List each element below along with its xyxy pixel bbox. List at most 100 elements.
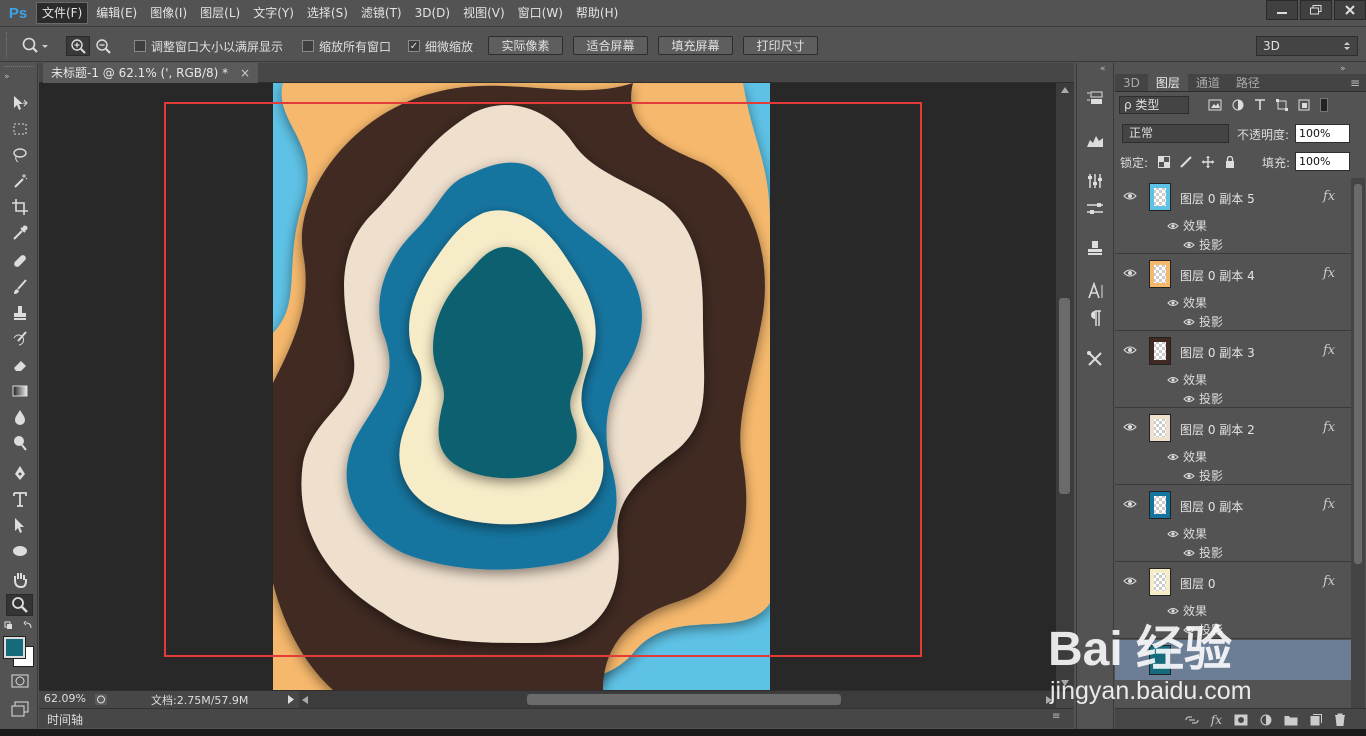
filter-pixel-icon[interactable] bbox=[1208, 99, 1222, 111]
layer-effects[interactable]: 效果 bbox=[1167, 525, 1207, 542]
blur-tool[interactable] bbox=[6, 406, 33, 428]
layer-row[interactable]: 图层 0 副本 3 fx 效果 投影 bbox=[1115, 332, 1351, 408]
fill-input[interactable]: 100% bbox=[1295, 152, 1350, 171]
filter-type-icon[interactable] bbox=[1254, 99, 1266, 111]
minimize-icon[interactable] bbox=[1266, 0, 1298, 20]
color-swap-controls[interactable] bbox=[4, 620, 34, 630]
new-group-icon[interactable] bbox=[1284, 714, 1298, 726]
filter-smart-object-icon[interactable] bbox=[1298, 99, 1310, 111]
actual-pixels-button[interactable]: 实际像素 bbox=[488, 36, 563, 55]
toolbox-collapse-icon[interactable]: » bbox=[4, 72, 10, 82]
filter-toggle-switch[interactable] bbox=[1320, 98, 1328, 112]
menu-window[interactable]: 窗口(W) bbox=[513, 2, 568, 24]
magic-wand-tool[interactable] bbox=[6, 170, 33, 192]
scrubby-zoom-option[interactable]: ✓ 细微缩放 bbox=[408, 34, 473, 58]
visibility-eye-icon[interactable] bbox=[1123, 574, 1137, 588]
dock-collapse-icon[interactable]: « bbox=[1100, 64, 1106, 74]
menu-type[interactable]: 文字(Y) bbox=[248, 2, 299, 24]
drop-shadow-effect[interactable]: 投影 bbox=[1183, 236, 1223, 253]
panel-menu-icon[interactable]: ≡ bbox=[1350, 74, 1366, 91]
history-brush-tool[interactable] bbox=[6, 328, 33, 350]
visibility-eye-icon[interactable] bbox=[1167, 298, 1179, 308]
filter-shape-icon[interactable] bbox=[1276, 99, 1288, 111]
layer-row[interactable]: 图层 0 副本 fx 效果 投影 bbox=[1115, 486, 1351, 562]
fx-icon[interactable]: fx bbox=[1323, 266, 1335, 281]
drop-shadow-effect[interactable]: 投影 bbox=[1183, 467, 1223, 484]
visibility-eye-icon[interactable] bbox=[1183, 394, 1195, 404]
visibility-eye-icon[interactable] bbox=[1123, 189, 1137, 203]
zoom-out-button[interactable] bbox=[92, 36, 114, 56]
lock-all-icon[interactable] bbox=[1224, 156, 1236, 168]
fx-icon[interactable]: fx bbox=[1323, 420, 1335, 435]
properties-panel-button[interactable] bbox=[1080, 197, 1110, 221]
menu-edit[interactable]: 编辑(E) bbox=[91, 2, 142, 24]
drop-shadow-effect[interactable]: 投影 bbox=[1183, 313, 1223, 330]
menu-file[interactable]: 文件(F) bbox=[36, 2, 89, 24]
tool-presets-panel-button[interactable] bbox=[1080, 347, 1110, 371]
zoom-tool[interactable] bbox=[6, 594, 33, 616]
layer-filter-select[interactable]: ρ 类型 bbox=[1119, 96, 1189, 114]
hand-tool[interactable] bbox=[6, 568, 33, 590]
lock-position-icon[interactable] bbox=[1202, 156, 1214, 168]
tab-layers[interactable]: 图层 bbox=[1147, 74, 1188, 91]
status-menu-icon[interactable] bbox=[94, 693, 108, 706]
foreground-color-swatch[interactable] bbox=[3, 636, 26, 659]
add-style-icon[interactable]: fx bbox=[1211, 713, 1222, 727]
menu-3d[interactable]: 3D(D) bbox=[410, 2, 455, 24]
vertical-scroll-thumb[interactable] bbox=[1059, 298, 1070, 494]
layer-row[interactable]: 图层 0 副本 2 fx 效果 投影 bbox=[1115, 409, 1351, 485]
scroll-left-icon[interactable] bbox=[302, 696, 308, 704]
fx-icon[interactable]: fx bbox=[1323, 343, 1335, 358]
layer-comps-panel-button[interactable] bbox=[1080, 236, 1110, 260]
menu-filter[interactable]: 滤镜(T) bbox=[356, 2, 407, 24]
timeline-label[interactable]: 时间轴 bbox=[47, 711, 83, 728]
visibility-eye-icon[interactable] bbox=[1167, 221, 1179, 231]
tab-channels[interactable]: 通道 bbox=[1188, 74, 1228, 91]
visibility-eye-icon[interactable] bbox=[1123, 420, 1137, 434]
resize-windows-option[interactable]: 调整窗口大小以满屏显示 bbox=[134, 34, 283, 58]
drop-shadow-effect[interactable]: 投影 bbox=[1183, 544, 1223, 561]
layer-effects[interactable]: 效果 bbox=[1167, 371, 1207, 388]
delete-layer-icon[interactable] bbox=[1334, 713, 1346, 726]
visibility-eye-icon[interactable] bbox=[1183, 471, 1195, 481]
drop-shadow-effect[interactable]: 投影 bbox=[1183, 390, 1223, 407]
visibility-eye-icon[interactable] bbox=[1183, 548, 1195, 558]
visibility-eye-icon[interactable] bbox=[1183, 240, 1195, 250]
document-tab[interactable]: 未标题-1 @ 62.1% (', RGB/8) * × bbox=[43, 63, 259, 83]
zoom-all-windows-checkbox[interactable] bbox=[302, 40, 314, 52]
history-panel-button[interactable] bbox=[1080, 87, 1110, 111]
dodge-tool[interactable] bbox=[6, 432, 33, 454]
visibility-eye-icon[interactable] bbox=[1123, 266, 1137, 280]
histogram-panel-button[interactable] bbox=[1080, 128, 1110, 152]
zoom-level[interactable]: 62.09% bbox=[44, 692, 86, 705]
character-panel-button[interactable] bbox=[1080, 279, 1110, 303]
lasso-tool[interactable] bbox=[6, 144, 33, 166]
quick-mask-button[interactable] bbox=[6, 670, 33, 692]
visibility-eye-icon[interactable] bbox=[1183, 317, 1195, 327]
marquee-tool[interactable] bbox=[6, 118, 33, 140]
fit-screen-button[interactable]: 适合屏幕 bbox=[573, 36, 648, 55]
link-layers-icon[interactable] bbox=[1185, 715, 1199, 725]
opacity-input[interactable]: 100% bbox=[1295, 124, 1350, 143]
resize-windows-checkbox[interactable] bbox=[134, 40, 146, 52]
paragraph-panel-button[interactable] bbox=[1080, 306, 1110, 330]
brush-tool[interactable] bbox=[6, 276, 33, 298]
lock-pixels-icon[interactable] bbox=[1180, 156, 1192, 168]
new-adjustment-icon[interactable] bbox=[1260, 714, 1272, 726]
layers-scrollbar[interactable] bbox=[1351, 178, 1365, 708]
gradient-tool[interactable] bbox=[6, 380, 33, 402]
clone-stamp-tool[interactable] bbox=[6, 302, 33, 324]
workspace-select[interactable]: 3D bbox=[1256, 36, 1358, 56]
layer-effects[interactable]: 效果 bbox=[1167, 294, 1207, 311]
menu-view[interactable]: 视图(V) bbox=[458, 2, 510, 24]
timeline-menu-icon[interactable]: ≡ bbox=[1052, 711, 1060, 722]
path-selection-tool[interactable] bbox=[6, 514, 33, 536]
type-tool[interactable] bbox=[6, 488, 33, 510]
restore-icon[interactable] bbox=[1300, 0, 1332, 20]
panel-collapse-icon[interactable]: » bbox=[1340, 64, 1346, 74]
layers-scroll-thumb[interactable] bbox=[1354, 184, 1362, 564]
menu-help[interactable]: 帮助(H) bbox=[571, 2, 623, 24]
layer-row[interactable]: 图层 0 副本 4 fx 效果 投影 bbox=[1115, 255, 1351, 331]
scrubby-zoom-checkbox[interactable]: ✓ bbox=[408, 40, 420, 52]
layer-row[interactable]: 图层 0 副本 5 fx 效果 投影 bbox=[1115, 178, 1351, 254]
